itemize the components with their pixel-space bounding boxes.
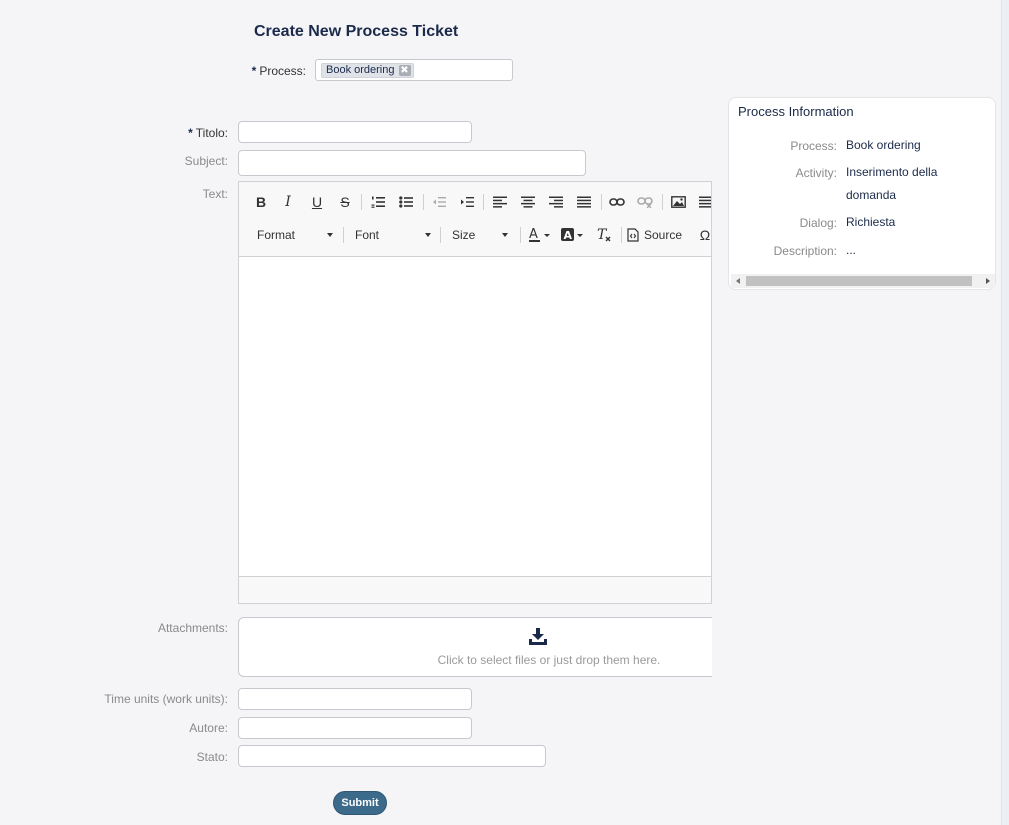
svg-text:A: A [529,227,538,242]
process-select[interactable]: Book ordering ✖ [315,59,513,81]
special-character-button[interactable]: Ω [695,225,711,245]
text-label: Text: [202,187,228,201]
image-icon[interactable] [668,192,688,212]
chevron-down-icon [425,233,431,237]
table-icon[interactable] [696,192,711,212]
editor-content-area[interactable] [239,256,711,577]
background-color-button[interactable]: A [559,225,587,245]
download-icon [529,628,547,645]
numbered-list-icon[interactable] [368,192,388,212]
info-value-process: Book ordering [846,138,921,152]
align-center-icon[interactable] [518,192,538,212]
scroll-left-icon[interactable] [736,278,740,284]
editor-toolbar-row-2: Format Font Size A A T Source Ω [239,219,711,249]
svg-text:A: A [564,229,573,242]
info-key-activity: Activity: [795,166,837,180]
source-button[interactable]: Source [627,225,689,245]
info-value-activity: Inserimento della domanda [846,165,938,202]
attachments-dropzone[interactable]: Click to select files or just drop them … [238,617,712,677]
required-marker: * [188,126,193,140]
info-key-process: Process: [790,139,837,153]
strikethrough-button[interactable]: S [335,192,355,212]
format-dropdown-label: Format [257,228,296,242]
info-value-description: ... [846,243,857,257]
source-icon [627,228,639,242]
indent-icon[interactable] [457,192,477,212]
horizontal-scrollbar[interactable] [731,274,995,288]
italic-button[interactable]: I [278,192,298,212]
process-tag-label: Book ordering [326,64,395,76]
attachments-label: Attachments: [157,621,228,635]
scrollbar-thumb[interactable] [746,276,972,286]
process-label: * Process: [230,64,306,78]
process-tag: Book ordering ✖ [321,63,414,78]
chevron-down-icon [502,233,508,237]
bulleted-list-icon[interactable] [396,192,416,212]
attachments-hint: Click to select files or just drop them … [437,653,661,667]
panel-title: Process Information [738,104,854,119]
link-icon[interactable] [607,192,627,212]
required-marker: * [251,64,257,78]
window-edge [1001,0,1009,825]
process-label-text: Process: [259,64,306,78]
time-units-input[interactable] [238,688,472,710]
align-justify-icon[interactable] [574,192,594,212]
subject-input[interactable] [238,150,586,176]
unlink-icon[interactable] [635,192,655,212]
rich-text-editor: B I U S Format Font Size A A T Source Ω [238,181,712,604]
remove-format-icon[interactable]: T [594,225,614,245]
format-dropdown[interactable]: Format [251,224,339,246]
align-left-icon[interactable] [490,192,510,212]
font-dropdown-label: Font [355,228,380,242]
info-value-dialog: Richiesta [846,215,896,229]
titolo-label: * Titolo: [130,126,228,140]
align-right-icon[interactable] [546,192,566,212]
size-dropdown[interactable]: Size [446,224,514,246]
underline-button[interactable]: U [307,192,327,212]
outdent-icon[interactable] [429,192,449,212]
info-key-description: Description: [773,244,837,258]
autore-input[interactable] [238,717,472,739]
remove-tag-icon[interactable]: ✖ [398,65,411,76]
chevron-down-icon [327,233,333,237]
autore-label: Autore: [189,721,228,735]
stato-input[interactable] [238,745,546,767]
submit-button[interactable]: Submit [333,791,387,815]
time-units-label: Time units (work units): [104,692,228,706]
scroll-right-icon[interactable] [986,278,990,284]
editor-toolbar-row-1: B I U S [239,186,711,216]
bold-button[interactable]: B [251,192,271,212]
source-button-label: Source [644,228,683,242]
info-key-dialog: Dialog: [799,216,837,230]
titolo-label-text: Titolo: [195,126,228,140]
page-title: Create New Process Ticket [254,23,459,40]
font-dropdown[interactable]: Font [349,224,437,246]
subject-label: Subject: [184,154,228,168]
process-information-panel: Process Information Process: Book orderi… [728,97,996,290]
text-color-button[interactable]: A [526,225,554,245]
size-dropdown-label: Size [452,228,476,242]
titolo-input[interactable] [238,121,472,143]
stato-label: Stato: [196,750,228,764]
